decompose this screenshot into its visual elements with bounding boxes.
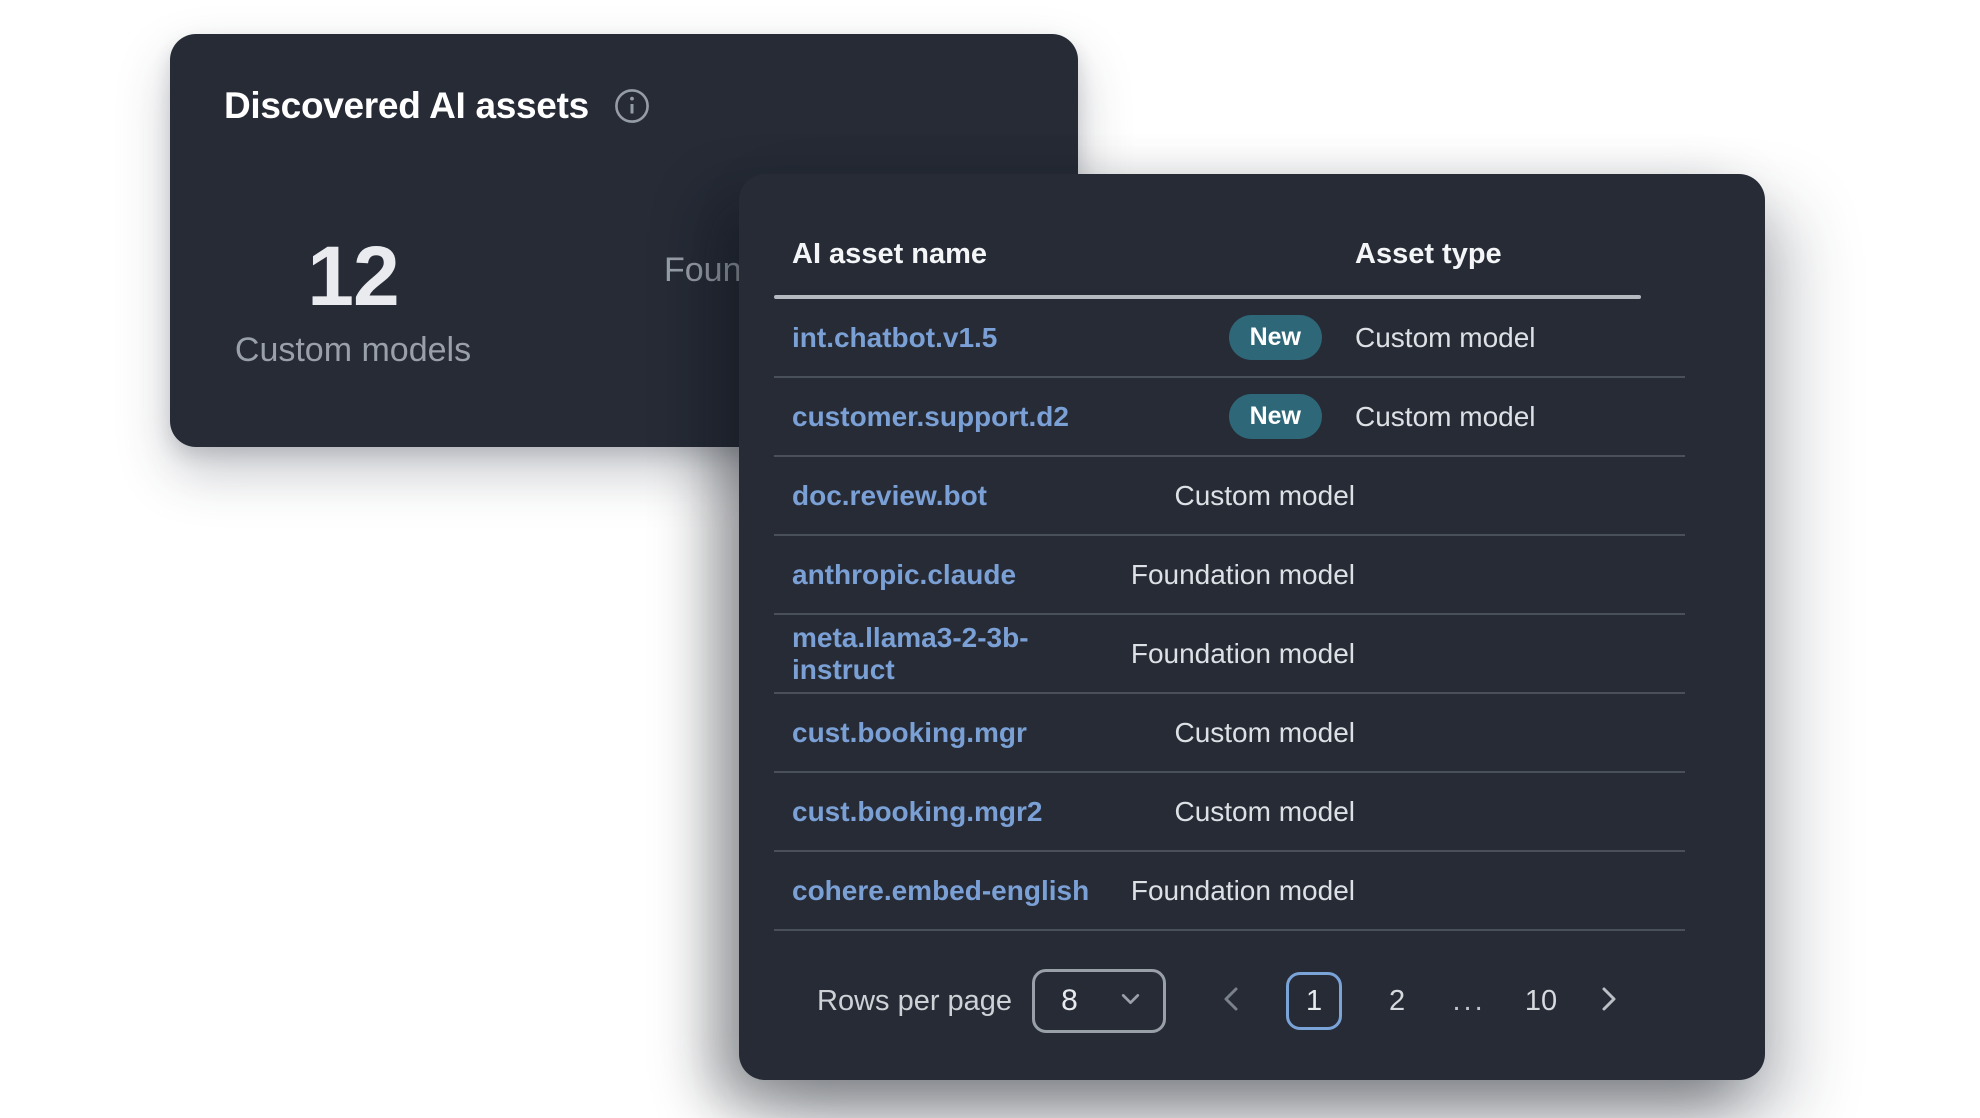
table-row: meta.llama3-2-3b-instruct Foundation mod… [774, 615, 1685, 694]
asset-name-link[interactable]: meta.llama3-2-3b-instruct [792, 622, 1131, 686]
table-row: cohere.embed-english Foundation model [774, 852, 1685, 931]
asset-name-link[interactable]: anthropic.claude [792, 559, 1016, 591]
info-icon[interactable] [613, 87, 651, 125]
asset-type-cell: Custom model [1355, 322, 1685, 354]
pagination: Rows per page 8 1 2... 10 [817, 969, 1765, 1033]
asset-type-cell: Custom model [1174, 717, 1355, 749]
table-header-row: AI asset name Asset type [774, 174, 1685, 295]
rows-per-page-value: 8 [1061, 984, 1078, 1018]
rows-per-page-label: Rows per page [817, 985, 1012, 1018]
asset-name-link[interactable]: cohere.embed-english [792, 875, 1089, 907]
table-row: customer.support.d2 New Custom model [774, 378, 1685, 457]
card-header: Discovered AI assets [170, 34, 1078, 128]
table-row: cust.booking.mgr Custom model [774, 694, 1685, 773]
page-button-10[interactable]: 10 [1524, 985, 1558, 1018]
asset-type-cell: Foundation model [1131, 559, 1355, 591]
chevron-left-icon [1215, 981, 1249, 1022]
page-ellipsis: ... [1452, 985, 1486, 1018]
stat-label: Custom models [235, 330, 471, 370]
asset-type-cell: Foundation model [1131, 875, 1355, 907]
page-button-2[interactable]: 2 [1380, 985, 1414, 1018]
asset-name-link[interactable]: customer.support.d2 [792, 401, 1069, 433]
previous-page-button[interactable] [1214, 981, 1250, 1021]
table-row: anthropic.claude Foundation model [774, 536, 1685, 615]
table-row: int.chatbot.v1.5 New Custom model [774, 299, 1685, 378]
asset-type-cell: Foundation model [1131, 638, 1355, 670]
asset-name-link[interactable]: cust.booking.mgr2 [792, 796, 1042, 828]
page-button-1-current[interactable]: 1 [1286, 972, 1342, 1030]
rows-per-page-select[interactable]: 8 [1032, 969, 1166, 1033]
page-buttons: 1 2... 10 [1286, 972, 1558, 1030]
stat-value: 12 [307, 236, 398, 316]
table-row: doc.review.bot Custom model [774, 457, 1685, 536]
asset-type-cell: Custom model [1355, 401, 1685, 433]
new-badge: New [1229, 315, 1322, 360]
table-row: cust.booking.mgr2 Custom model [774, 773, 1685, 852]
card-title: Discovered AI assets [224, 84, 589, 128]
table-body: int.chatbot.v1.5 New Custom model custom… [774, 299, 1685, 931]
column-header-asset-type: Asset type [1355, 238, 1685, 271]
chevron-down-icon [1118, 986, 1143, 1016]
next-page-button[interactable] [1590, 981, 1626, 1021]
column-header-ai-asset-name: AI asset name [792, 238, 1355, 271]
asset-type-cell: Custom model [1174, 796, 1355, 828]
asset-name-link[interactable]: doc.review.bot [792, 480, 987, 512]
chevron-right-icon [1591, 981, 1625, 1022]
stat-custom-models: 12 Custom models [223, 236, 483, 370]
asset-name-link[interactable]: int.chatbot.v1.5 [792, 322, 997, 354]
asset-type-cell: Custom model [1174, 480, 1355, 512]
ai-assets-table-card: AI asset name Asset type int.chatbot.v1.… [739, 174, 1765, 1080]
ai-assets-table: AI asset name Asset type int.chatbot.v1.… [774, 174, 1685, 931]
asset-name-link[interactable]: cust.booking.mgr [792, 717, 1027, 749]
new-badge: New [1229, 394, 1322, 439]
